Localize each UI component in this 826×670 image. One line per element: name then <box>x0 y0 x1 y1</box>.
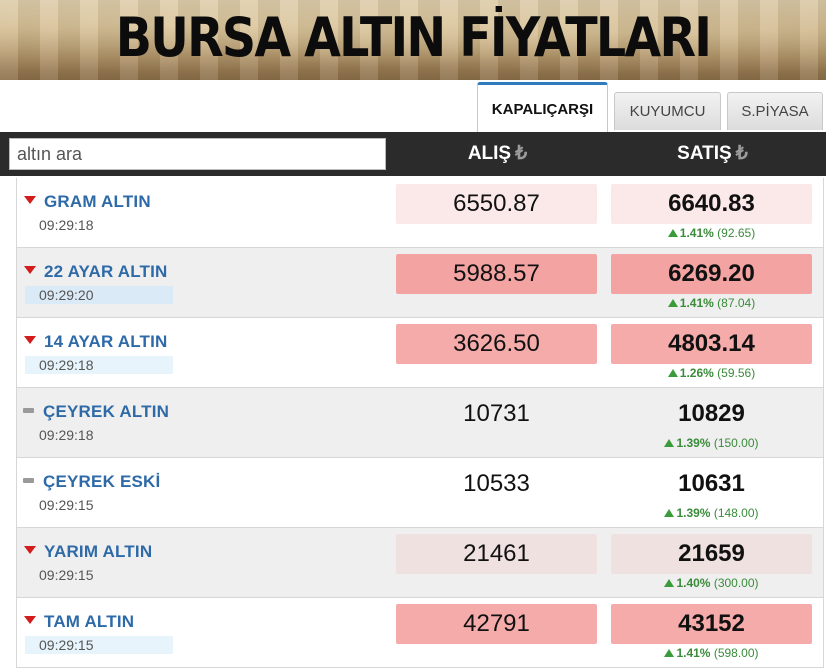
header-banner: BURSA ALTIN FİYATLARI <box>0 0 826 80</box>
tab-kapalicarsi[interactable]: KAPALIÇARŞI <box>477 82 608 132</box>
row-name-cell: GRAM ALTIN 09:29:18 <box>23 192 393 233</box>
price-table: GRAM ALTIN 09:29:18 6550.87 6640.83 1.41… <box>0 178 826 668</box>
change-indicator: 1.26% (59.56) <box>611 366 812 380</box>
page-title: BURSA ALTIN FİYATLARI <box>115 6 712 69</box>
row-name-cell: YARIM ALTIN 09:29:15 <box>23 542 393 583</box>
table-row[interactable]: GRAM ALTIN 09:29:18 6550.87 6640.83 1.41… <box>16 178 824 248</box>
change-percent: 1.41% <box>679 226 714 240</box>
row-time: 09:29:15 <box>39 567 94 583</box>
change-indicator: 1.41% (92.65) <box>611 226 812 240</box>
down-arrow-icon <box>24 616 36 624</box>
change-indicator: 1.41% (598.00) <box>611 646 812 660</box>
up-arrow-icon <box>667 229 678 237</box>
alis-price: 3626.50 <box>396 324 597 364</box>
row-time: 09:29:18 <box>39 427 94 443</box>
alis-price: 5988.57 <box>396 254 597 294</box>
alis-price: 21461 <box>396 534 597 574</box>
change-percent: 1.39% <box>676 436 711 450</box>
up-arrow-icon <box>664 649 675 657</box>
down-arrow-icon <box>24 546 36 554</box>
change-amount: (598.00) <box>713 646 759 660</box>
row-name[interactable]: YARIM ALTIN <box>44 542 152 562</box>
satis-price: 6269.20 <box>611 254 812 294</box>
lira-icon: ₺ <box>735 143 748 164</box>
alis-price: 6550.87 <box>396 184 597 224</box>
satis-price: 6640.83 <box>611 184 812 224</box>
alis-price: 42791 <box>396 604 597 644</box>
alis-price: 10533 <box>463 470 530 497</box>
row-name-cell: TAM ALTIN 09:29:15 <box>23 612 393 654</box>
row-time: 09:29:15 <box>39 497 94 513</box>
change-indicator: 1.41% (87.04) <box>611 296 812 310</box>
row-name[interactable]: GRAM ALTIN <box>44 192 151 212</box>
table-row[interactable]: ÇEYREK ESKİ 09:29:15 10533 10631 1.39% (… <box>16 458 824 528</box>
row-time: 09:29:18 <box>25 356 173 374</box>
change-amount: (87.04) <box>717 296 756 310</box>
row-name[interactable]: 14 AYAR ALTIN <box>44 332 168 352</box>
change-percent: 1.40% <box>676 576 711 590</box>
row-time: 09:29:18 <box>39 217 94 233</box>
change-percent: 1.41% <box>679 296 714 310</box>
column-satis-label: SATIŞ <box>677 143 732 164</box>
row-time: 09:29:20 <box>25 286 173 304</box>
row-name-cell: 22 AYAR ALTIN 09:29:20 <box>23 262 393 304</box>
no-change-icon <box>23 478 34 483</box>
change-indicator: 1.40% (300.00) <box>611 576 812 590</box>
change-indicator: 1.39% (148.00) <box>611 506 812 520</box>
row-time: 09:29:15 <box>25 636 173 654</box>
change-percent: 1.26% <box>679 366 714 380</box>
up-arrow-icon <box>664 509 675 517</box>
satis-price: 4803.14 <box>611 324 812 364</box>
change-indicator: 1.39% (150.00) <box>611 436 812 450</box>
table-header: ALIŞ₺ SATIŞ₺ <box>0 132 826 176</box>
down-arrow-icon <box>24 336 36 344</box>
row-name-cell: ÇEYREK ALTIN 09:29:18 <box>23 402 393 443</box>
satis-price: 43152 <box>611 604 812 644</box>
column-alis-label: ALIŞ <box>467 143 512 164</box>
row-name[interactable]: 22 AYAR ALTIN <box>44 262 168 282</box>
change-amount: (148.00) <box>713 506 759 520</box>
lira-icon: ₺ <box>515 143 528 164</box>
up-arrow-icon <box>664 439 675 447</box>
change-amount: (59.56) <box>717 366 756 380</box>
satis-price: 21659 <box>611 534 812 574</box>
change-percent: 1.41% <box>676 646 711 660</box>
up-arrow-icon <box>667 369 678 377</box>
column-header-satis: SATIŞ ₺ <box>612 132 813 176</box>
table-row[interactable]: ÇEYREK ALTIN 09:29:18 10731 10829 1.39% … <box>16 388 824 458</box>
column-header-alis: ALIŞ ₺ <box>397 132 598 176</box>
table-row[interactable]: 14 AYAR ALTIN 09:29:18 3626.50 4803.14 1… <box>16 318 824 388</box>
table-row[interactable]: TAM ALTIN 09:29:15 42791 43152 1.41% (59… <box>16 598 824 668</box>
row-name-cell: 14 AYAR ALTIN 09:29:18 <box>23 332 393 374</box>
table-row[interactable]: 22 AYAR ALTIN 09:29:20 5988.57 6269.20 1… <box>16 248 824 318</box>
row-name[interactable]: ÇEYREK ALTIN <box>43 402 169 422</box>
up-arrow-icon <box>664 579 675 587</box>
search-input[interactable] <box>9 138 386 170</box>
table-row[interactable]: YARIM ALTIN 09:29:15 21461 21659 1.40% (… <box>16 528 824 598</box>
down-arrow-icon <box>24 196 36 204</box>
down-arrow-icon <box>24 266 36 274</box>
row-name-cell: ÇEYREK ESKİ 09:29:15 <box>23 472 393 513</box>
change-percent: 1.39% <box>676 506 711 520</box>
tab-spiyasa[interactable]: S.PİYASA <box>727 92 823 130</box>
row-name[interactable]: ÇEYREK ESKİ <box>43 472 160 492</box>
up-arrow-icon <box>667 299 678 307</box>
tabs-bar: KAPALIÇARŞI KUYUMCU S.PİYASA <box>0 80 826 132</box>
satis-price: 10829 <box>678 400 745 427</box>
change-amount: (300.00) <box>713 576 759 590</box>
satis-price: 10631 <box>678 470 745 497</box>
change-amount: (150.00) <box>713 436 759 450</box>
tab-kuyumcu[interactable]: KUYUMCU <box>614 92 721 130</box>
no-change-icon <box>23 408 34 413</box>
change-amount: (92.65) <box>717 226 756 240</box>
alis-price: 10731 <box>463 400 530 427</box>
row-name[interactable]: TAM ALTIN <box>44 612 134 632</box>
